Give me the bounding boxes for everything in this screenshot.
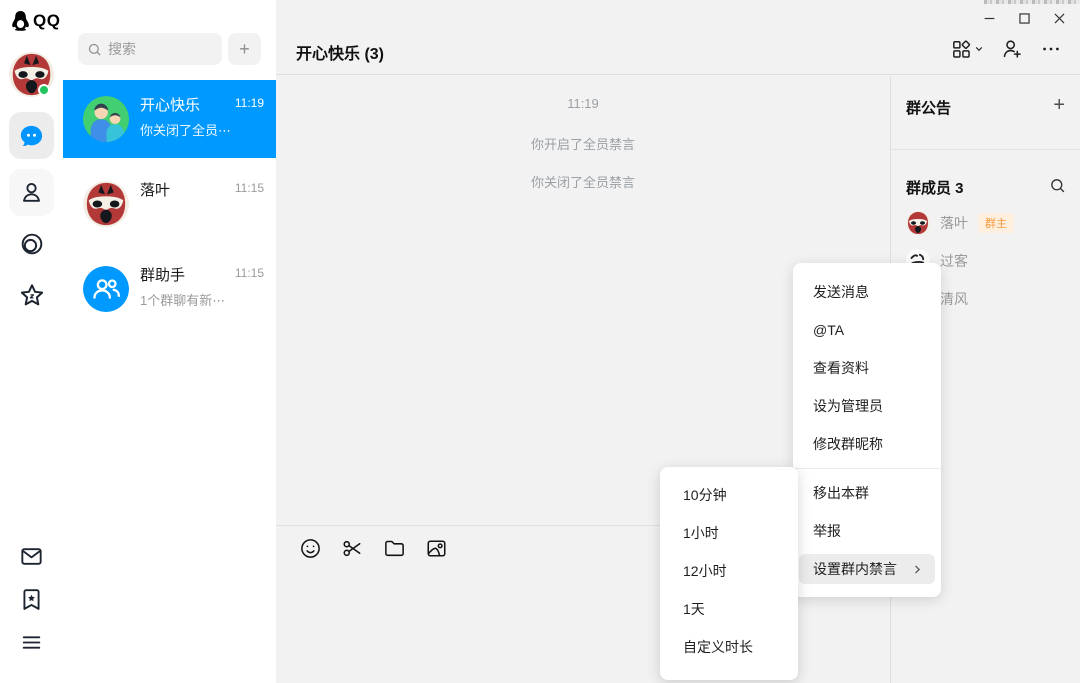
- person-add-icon: [1001, 38, 1023, 60]
- nav-qzone-button[interactable]: [9, 224, 54, 264]
- nav-menu-button[interactable]: [9, 622, 54, 662]
- scissors-icon: [341, 537, 364, 560]
- system-message: 你开启了全员禁言: [276, 134, 890, 153]
- members-title: 群成员 3: [906, 177, 964, 198]
- file-button[interactable]: [383, 537, 406, 560]
- mail-icon: [19, 544, 44, 569]
- search-box[interactable]: [78, 33, 222, 65]
- owner-badge: 群主: [978, 213, 1014, 233]
- member-name: 落叶: [940, 213, 968, 233]
- submenu-item-1hour[interactable]: 1小时: [660, 514, 798, 552]
- chat-name: 落叶: [140, 179, 170, 200]
- nav-star-button[interactable]: [9, 276, 54, 316]
- member-row[interactable]: 落叶 群主: [906, 204, 1076, 242]
- screenshot-artifact: [984, 0, 1080, 4]
- add-announcement-button[interactable]: +: [1053, 94, 1065, 117]
- member-avatar: [906, 211, 930, 235]
- top-bar: 开心快乐 (3): [276, 0, 1080, 75]
- menu-item-set-mute[interactable]: 设置群内禁言: [799, 554, 935, 584]
- submenu-item-1day[interactable]: 1天: [660, 590, 798, 628]
- image-button[interactable]: [425, 537, 448, 560]
- qzone-circles-icon: [19, 231, 45, 257]
- search-icon: [87, 42, 102, 57]
- qq-penguin-icon: [11, 10, 30, 31]
- system-message: 你关闭了全员禁言: [276, 172, 890, 191]
- search-input[interactable]: [108, 41, 213, 57]
- add-chat-button[interactable]: +: [228, 33, 261, 65]
- mask-avatar: [83, 181, 129, 227]
- plus-icon: +: [239, 39, 250, 60]
- group-apps-button[interactable]: [951, 39, 984, 60]
- submenu-item-custom[interactable]: 自定义时长: [660, 628, 798, 666]
- search-icon: [1049, 177, 1066, 194]
- image-icon: [425, 537, 448, 560]
- member-name: 过客: [940, 251, 968, 271]
- menu-item-edit-nickname[interactable]: 修改群昵称: [793, 425, 941, 463]
- chevron-down-icon: [974, 44, 984, 54]
- chat-time: 11:19: [235, 96, 264, 110]
- chat-name: 开心快乐: [140, 94, 200, 115]
- qq-logo-text: QQ: [33, 11, 60, 31]
- chat-preview: 你关闭了全员⋯: [140, 120, 265, 139]
- menu-item-send-message[interactable]: 发送消息: [793, 273, 941, 311]
- folder-icon: [383, 537, 406, 560]
- menu-item-label: 设置群内禁言: [813, 559, 897, 579]
- mute-duration-submenu: 10分钟 1小时 12小时 1天 自定义时长: [660, 467, 798, 680]
- nav-favorites-button[interactable]: [9, 579, 54, 619]
- chat-item-group[interactable]: 开心快乐 11:19 你关闭了全员⋯: [63, 80, 276, 158]
- chat-item-group-assistant[interactable]: 群助手 11:15 1个群聊有新⋯: [63, 250, 276, 328]
- submenu-item-12hours[interactable]: 12小时: [660, 552, 798, 590]
- bookmark-star-icon: [19, 587, 44, 612]
- online-status-dot: [38, 84, 50, 96]
- close-button[interactable]: [1049, 8, 1070, 29]
- menu-item-remove-from-group[interactable]: 移出本群: [793, 474, 941, 512]
- emoji-icon: [299, 537, 322, 560]
- chat-bubble-icon: [18, 123, 45, 149]
- chat-preview: 1个群聊有新⋯: [140, 290, 265, 309]
- nav-contacts-button[interactable]: [9, 169, 54, 216]
- screenshot-button[interactable]: [341, 537, 364, 560]
- maximize-button[interactable]: [1014, 8, 1035, 29]
- announcement-section: 群公告 +: [891, 76, 1080, 150]
- chat-name: 群助手: [140, 264, 185, 285]
- group-avatar: [83, 96, 129, 142]
- nav-messages-button[interactable]: [9, 112, 54, 159]
- member-name: 清风: [940, 289, 968, 309]
- left-rail: QQ: [0, 0, 63, 683]
- grid-apps-icon: [951, 39, 972, 60]
- chat-time: 11:15: [235, 266, 264, 280]
- member-context-menu: 发送消息 @TA 查看资料 设为管理员 修改群昵称 移出本群 举报 设置群内禁言: [793, 263, 941, 597]
- emoji-button[interactable]: [299, 537, 322, 560]
- group-assistant-avatar: [83, 266, 129, 312]
- time-divider: 11:19: [276, 96, 890, 111]
- member-search-button[interactable]: [1049, 177, 1066, 194]
- chevron-right-icon: [912, 564, 923, 575]
- chat-time: 11:15: [235, 181, 264, 195]
- chat-title: 开心快乐 (3): [296, 40, 384, 64]
- nav-mail-button[interactable]: [9, 536, 54, 576]
- menu-item-report[interactable]: 举报: [793, 512, 941, 550]
- menu-item-view-profile[interactable]: 查看资料: [793, 349, 941, 387]
- invite-member-button[interactable]: [1001, 38, 1023, 60]
- qq-window: QQ: [0, 0, 1080, 683]
- minimize-button[interactable]: [979, 8, 1000, 29]
- announcement-title: 群公告: [906, 97, 951, 118]
- chat-item-luoye[interactable]: 落叶 11:15: [63, 165, 276, 243]
- qq-logo: QQ: [11, 10, 60, 31]
- menu-item-at-ta[interactable]: @TA: [793, 311, 941, 349]
- menu-item-set-admin[interactable]: 设为管理员: [793, 387, 941, 425]
- hamburger-menu-icon: [19, 630, 44, 655]
- menu-divider: [793, 468, 941, 469]
- contacts-icon: [19, 180, 44, 205]
- submenu-item-10min[interactable]: 10分钟: [660, 476, 798, 514]
- chat-list-panel: + 开心快乐 11:19 你关闭了全员⋯ 落叶 11:15 群助手: [63, 0, 276, 683]
- more-button[interactable]: [1040, 38, 1062, 60]
- star-icon: [18, 282, 46, 310]
- more-dots-icon: [1040, 38, 1062, 60]
